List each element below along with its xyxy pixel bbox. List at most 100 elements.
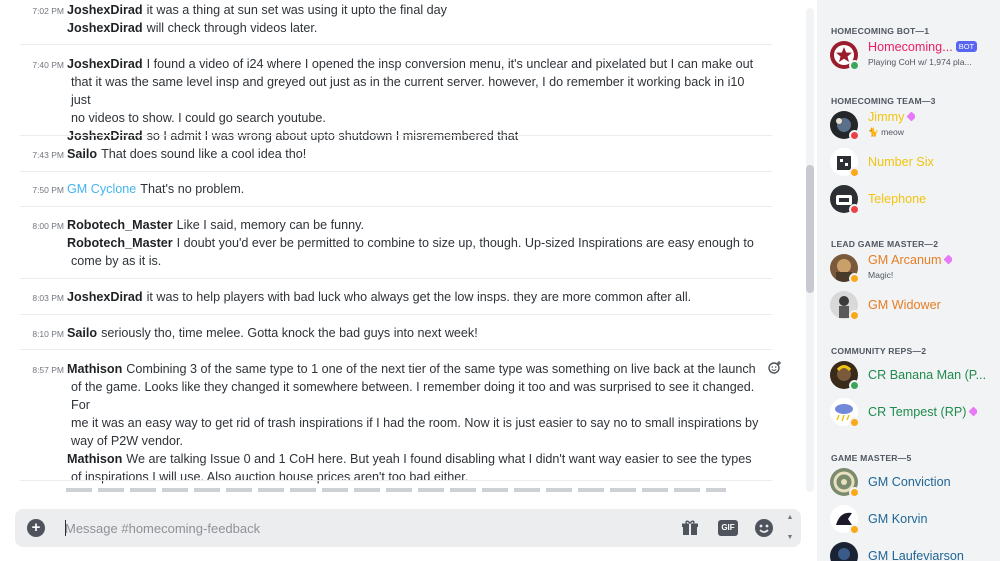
- avatar: [830, 148, 860, 178]
- message-text: no videos to show. I could go search you…: [71, 111, 326, 125]
- nitro-boost-icon: [906, 111, 916, 122]
- message-text: that it was the same level insp and grey…: [71, 75, 745, 107]
- member-item[interactable]: Homecoming... BOT Playing CoH w/ 1,974 pl…: [830, 38, 1000, 72]
- gift-icon[interactable]: [681, 519, 699, 537]
- author-name[interactable]: Mathison: [67, 452, 122, 466]
- status-online-indicator: [849, 60, 860, 71]
- message-text: seriously tho, time melee. Gotta knock t…: [101, 326, 478, 340]
- avatar: [830, 505, 860, 535]
- message-line: 8:10 PM Sailo seriously tho, time melee. …: [0, 324, 790, 342]
- message-group: 8:10 PM Sailo seriously tho, time melee. …: [0, 324, 790, 342]
- member-item[interactable]: Jimmy 🐈 meow: [830, 108, 1000, 142]
- avatar: [830, 185, 860, 215]
- message-line: of the game. Looks like they changed it …: [0, 378, 790, 414]
- member-item[interactable]: Telephone: [830, 182, 1000, 216]
- add-reaction-icon[interactable]: [768, 360, 782, 374]
- message-line: 7:50 PM GM Cyclone That's no problem.: [0, 180, 790, 198]
- avatar: [830, 542, 858, 561]
- message-text: it was a thing at sun set was using it u…: [146, 3, 447, 17]
- message-divider: [20, 349, 772, 350]
- member-name: Homecoming...: [868, 40, 953, 54]
- message-text: Combining 3 of the same type to 1 one of…: [126, 362, 756, 376]
- author-name[interactable]: JoshexDirad: [67, 3, 143, 17]
- author-name[interactable]: JoshexDirad: [67, 290, 143, 304]
- bot-badge: BOT: [955, 41, 978, 52]
- add-attachment-button[interactable]: +: [27, 519, 45, 537]
- message-text: will check through videos later.: [146, 21, 318, 35]
- message-text: That's no problem.: [140, 182, 245, 196]
- nitro-boost-icon: [968, 406, 978, 417]
- message-text: That does sound like a cool idea tho!: [101, 147, 307, 161]
- author-name[interactable]: Sailo: [67, 326, 97, 340]
- author-name[interactable]: JoshexDirad: [67, 21, 143, 35]
- scrollbar-thumb[interactable]: [806, 165, 814, 293]
- message-input[interactable]: [65, 517, 625, 539]
- message-divider: [20, 314, 772, 315]
- timestamp: 7:50 PM: [32, 185, 64, 195]
- message-list: 7:02 PM JoshexDirad it was a thing at sun…: [0, 0, 800, 496]
- status-idle-indicator: [849, 310, 860, 321]
- message-line: Mathison We are talking Issue 0 and 1 CoH…: [0, 450, 790, 468]
- message-divider: [20, 480, 772, 481]
- message-divider: [20, 206, 772, 207]
- message-line: 7:02 PM JoshexDirad it was a thing at sun…: [0, 1, 790, 19]
- status-online-indicator: [849, 380, 860, 391]
- author-name[interactable]: Robotech_Master: [67, 236, 173, 250]
- cat-emoji-icon: 🐈: [868, 127, 882, 137]
- avatar: [830, 468, 860, 498]
- member-name: Telephone: [868, 192, 927, 206]
- message-text: it was to help players with bad luck who…: [146, 290, 692, 304]
- gif-button[interactable]: GIF: [718, 520, 738, 536]
- message-divider: [20, 44, 772, 45]
- avatar: [830, 398, 860, 428]
- author-name[interactable]: JoshexDirad: [67, 129, 143, 143]
- member-name: Jimmy: [868, 110, 905, 124]
- chat-area: 7:02 PM JoshexDirad it was a thing at sun…: [0, 0, 816, 561]
- message-divider: [20, 278, 772, 279]
- message-line: me it was an easy way to get rid of tras…: [0, 414, 790, 432]
- member-item[interactable]: GM Arcanum Magic!: [830, 251, 1000, 285]
- member-item[interactable]: CR Banana Man (P...: [830, 358, 1000, 392]
- status-dnd-indicator: [849, 204, 860, 215]
- member-item[interactable]: CR Tempest (RP): [830, 395, 1000, 429]
- author-name[interactable]: Sailo: [67, 147, 97, 161]
- member-activity: Playing CoH w/ 1,974 pla...: [868, 57, 972, 67]
- member-item[interactable]: Number Six: [830, 145, 1000, 179]
- message-text: I doubt you'd ever be permitted to combi…: [176, 236, 754, 250]
- timestamp: 7:02 PM: [32, 6, 64, 16]
- message-text: Like I said, memory can be funny.: [176, 218, 365, 232]
- message-group: 8:00 PM Robotech_Master Like I said, memo…: [0, 216, 790, 270]
- member-item[interactable]: GM Laufeviarson: [830, 539, 1000, 561]
- member-item[interactable]: GM Conviction: [830, 465, 1000, 499]
- category-header: LEAD GAME MASTER—2: [831, 239, 939, 249]
- status-idle-indicator: [849, 167, 860, 178]
- avatar: [830, 41, 860, 71]
- message-line: 8:03 PM JoshexDirad it was to help player…: [0, 288, 790, 306]
- timestamp: 8:10 PM: [32, 329, 64, 339]
- member-name: CR Tempest (RP): [868, 405, 967, 419]
- author-name[interactable]: GM Cyclone: [67, 182, 136, 196]
- member-item[interactable]: GM Korvin: [830, 502, 1000, 536]
- member-name-row: Jimmy: [868, 110, 916, 124]
- message-group: 7:43 PM Sailo That does sound like a cool…: [0, 145, 790, 163]
- message-line: 7:40 PM JoshexDirad I found a video of i2…: [0, 55, 790, 73]
- author-name[interactable]: Mathison: [67, 362, 122, 376]
- member-name: Number Six: [868, 155, 934, 169]
- author-name[interactable]: JoshexDirad: [67, 57, 143, 71]
- author-name[interactable]: Robotech_Master: [67, 218, 173, 232]
- member-name-row: CR Tempest (RP): [868, 405, 978, 419]
- member-item[interactable]: GM Widower: [830, 288, 1000, 322]
- nitro-boost-icon: [944, 254, 953, 265]
- message-group: 8:57 PM Mathison Combining 3 of the same …: [0, 360, 790, 486]
- avatar: [830, 254, 860, 284]
- composer-scroll-arrows[interactable]: ▲ ▼: [785, 513, 795, 543]
- emoji-icon[interactable]: [755, 519, 773, 537]
- member-name-row: GM Arcanum: [868, 253, 953, 267]
- message-text: come by as it is.: [71, 254, 162, 268]
- member-activity: Magic!: [868, 270, 894, 280]
- message-group: 7:02 PM JoshexDirad it was a thing at sun…: [0, 1, 790, 37]
- member-name: GM Korvin: [868, 512, 928, 526]
- message-line: 7:43 PM Sailo That does sound like a cool…: [0, 145, 790, 163]
- message-line: that it was the same level insp and grey…: [0, 73, 790, 109]
- message-composer: + GIF ▲▼: [15, 509, 801, 547]
